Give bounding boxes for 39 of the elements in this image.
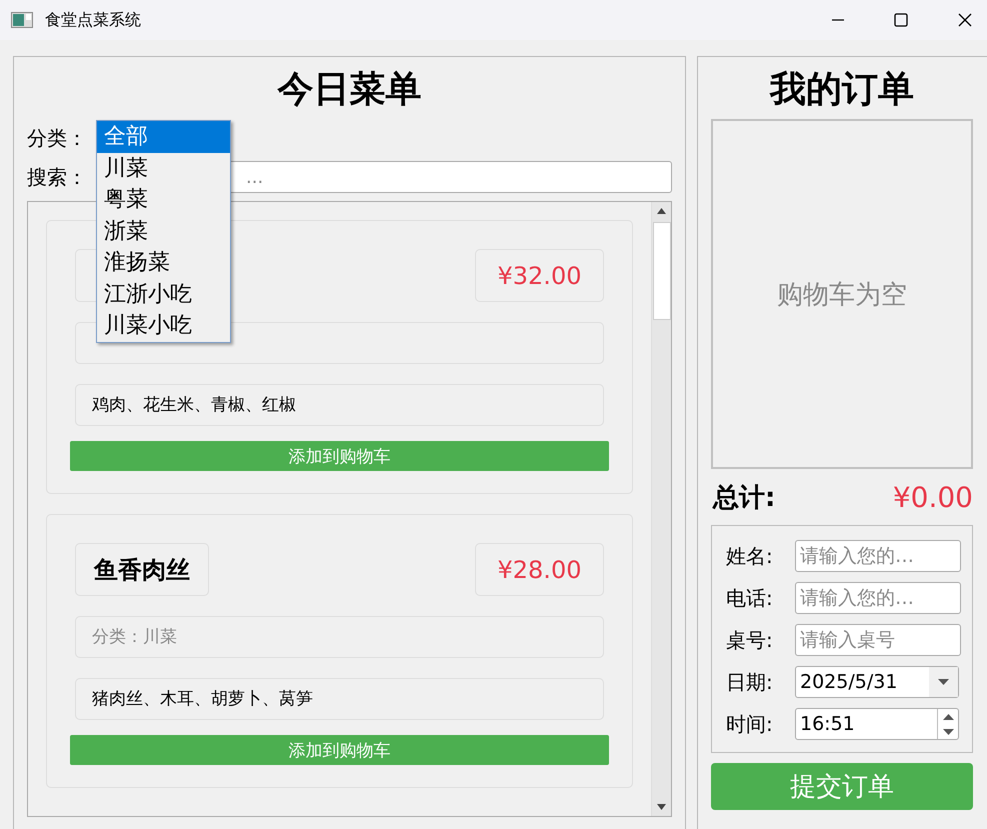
panel-title: 我的订单 bbox=[768, 68, 915, 112]
spin-down-icon[interactable] bbox=[942, 728, 954, 734]
total-label: 总计: bbox=[713, 482, 776, 514]
time-field[interactable]: 16:51 bbox=[795, 708, 959, 740]
input-field[interactable]: 请输入您的… bbox=[795, 540, 961, 572]
dropdown-option[interactable]: 全部 bbox=[97, 121, 230, 152]
input-field[interactable]: 请输入桌号 bbox=[795, 624, 961, 656]
date-field[interactable]: 2025/5/31 bbox=[795, 666, 959, 698]
scroll-down-icon[interactable] bbox=[657, 804, 666, 810]
dish-ingredients: 猪肉丝、木耳、胡萝卜、莴笋 bbox=[75, 678, 604, 720]
field-label: 电话: bbox=[726, 584, 774, 612]
dropdown-option[interactable]: 江浙小吃 bbox=[97, 278, 230, 310]
dish-price: ¥32.00 bbox=[475, 249, 604, 302]
panel-title: 今日菜单 bbox=[276, 68, 422, 112]
field-label: 搜索： bbox=[27, 164, 88, 190]
app-icon bbox=[11, 12, 33, 28]
maximize-icon[interactable] bbox=[894, 13, 908, 27]
total-amount: ¥0.00 bbox=[892, 480, 973, 514]
spin-up-icon[interactable] bbox=[942, 714, 954, 720]
dropdown-arrow-icon[interactable] bbox=[938, 679, 949, 685]
input-field[interactable]: 请输入您的… bbox=[795, 582, 961, 614]
dish-category: 分类：川菜 bbox=[75, 616, 604, 658]
dropdown-option[interactable]: 川菜小吃 bbox=[97, 310, 230, 342]
dropdown-option[interactable]: 浙菜 bbox=[97, 216, 230, 247]
field-label: 分类： bbox=[27, 124, 88, 152]
scrollbar[interactable] bbox=[651, 202, 671, 816]
window-title: 食堂点菜系统 bbox=[45, 10, 141, 30]
dropdown-option[interactable]: 淮扬菜 bbox=[97, 247, 230, 278]
dish-name: 鱼香肉丝 bbox=[75, 543, 209, 596]
dish-ingredients: 鸡肉、花生米、青椒、红椒 bbox=[75, 384, 604, 426]
field-label: 姓名: bbox=[726, 542, 774, 570]
field-label: 桌号: bbox=[726, 626, 774, 654]
empty-cart-text: 购物车为空 bbox=[777, 278, 907, 312]
field-label: 日期: bbox=[726, 668, 774, 696]
dish-price: ¥28.00 bbox=[475, 543, 604, 596]
scroll-up-icon[interactable] bbox=[657, 208, 666, 214]
scroll-thumb[interactable] bbox=[652, 222, 670, 320]
close-icon[interactable] bbox=[958, 13, 972, 27]
field-label: 时间: bbox=[726, 710, 774, 738]
